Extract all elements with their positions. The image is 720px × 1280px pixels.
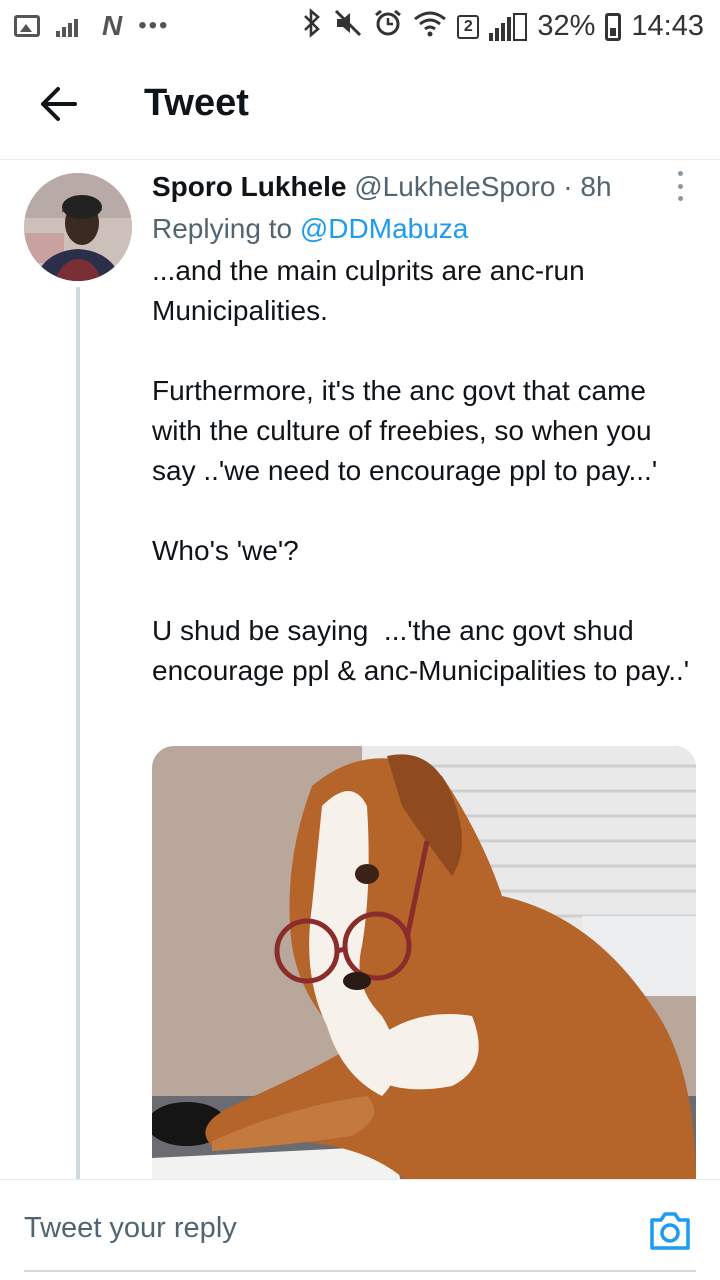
wifi-icon [413,9,447,44]
back-button[interactable] [30,76,86,132]
replying-to: Replying to @DDMabuza [152,209,702,249]
mute-icon [333,8,363,45]
more-vertical-icon [677,171,683,176]
camera-icon [650,1212,690,1250]
author-name[interactable]: Sporo Lukhele [152,171,346,202]
clock: 14:43 [631,10,704,42]
reply-input[interactable]: Tweet your reply [24,1212,237,1245]
replying-to-link[interactable]: @DDMabuza [300,213,468,244]
tweet-time[interactable]: 8h [580,171,611,202]
arrow-left-icon [41,87,77,121]
image-icon [14,15,40,37]
camera-button[interactable] [648,1210,692,1252]
battery-icon [605,12,622,41]
more-options-button[interactable] [672,171,688,201]
reply-composer: Tweet your reply [0,1179,720,1280]
n-icon: N [102,10,123,41]
page-title: Tweet [144,82,249,124]
status-bar: N ••• 2 32% 14:43 [0,0,720,50]
more-dots-icon: ••• [138,12,170,39]
avatar[interactable] [24,173,132,281]
alarm-icon [373,8,403,45]
top-app-bar: Tweet [0,50,720,160]
signal-bars-icon [56,15,86,37]
tweet-text: ...and the main culprits are anc-run Mun… [152,255,690,686]
sim-badge-icon: 2 [457,14,480,39]
author-handle[interactable]: @LukheleSporo [354,171,555,202]
meta-separator: · [563,171,573,202]
tweet-image[interactable] [152,746,696,1179]
tweet-content: Sporo Lukhele @LukheleSporo · 8h Replyin… [152,169,702,691]
tweet[interactable]: Sporo Lukhele @LukheleSporo · 8h Replyin… [0,161,720,1179]
dog-with-glasses-photo [152,746,696,1179]
reply-underline [24,1270,696,1272]
battery-percent: 32% [537,10,596,42]
replying-prefix: Replying to [152,213,293,244]
cell-signal-icon [489,12,528,41]
thread-line [76,287,80,1179]
bluetooth-icon [301,8,323,45]
tweet-meta: Sporo Lukhele @LukheleSporo · 8h [152,169,702,205]
